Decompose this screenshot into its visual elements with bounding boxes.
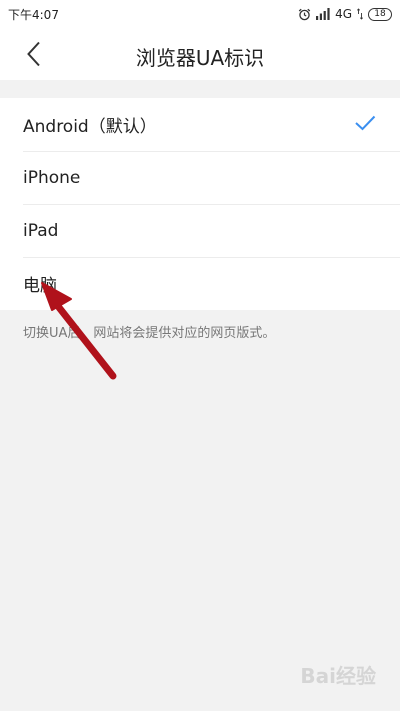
page-title: 浏览器UA标识: [135, 46, 265, 70]
watermark-text: Bai经验: [300, 664, 376, 688]
ua-options-list: Android（默认） iPhone iPad 电脑: [0, 98, 400, 310]
watermark-logo: Bai经验: [300, 660, 376, 689]
option-android[interactable]: Android（默认）: [0, 98, 400, 151]
alarm-icon: [298, 8, 311, 20]
option-iphone[interactable]: iPhone: [0, 151, 400, 204]
network-type: 4G: [335, 7, 352, 21]
status-bar: 下午4:07 4G 18: [0, 0, 400, 28]
status-icons: 4G 18: [298, 7, 392, 21]
hint-text: 切换UA后，网站将会提供对应的网页版式。: [23, 326, 276, 341]
option-pc[interactable]: 电脑: [0, 257, 400, 310]
option-label: iPad: [23, 220, 59, 241]
option-ipad[interactable]: iPad: [0, 204, 400, 257]
data-transfer-icon: [357, 8, 363, 20]
option-label: 电脑: [23, 276, 57, 296]
battery-icon: 18: [368, 7, 392, 21]
header-bar: 浏览器UA标识: [0, 28, 400, 80]
signal-icon: [316, 8, 330, 20]
option-label: Android（默认）: [23, 117, 157, 137]
option-label: iPhone: [23, 167, 81, 188]
status-time: 下午4:07: [8, 7, 59, 22]
checkmark-icon: [355, 115, 376, 131]
